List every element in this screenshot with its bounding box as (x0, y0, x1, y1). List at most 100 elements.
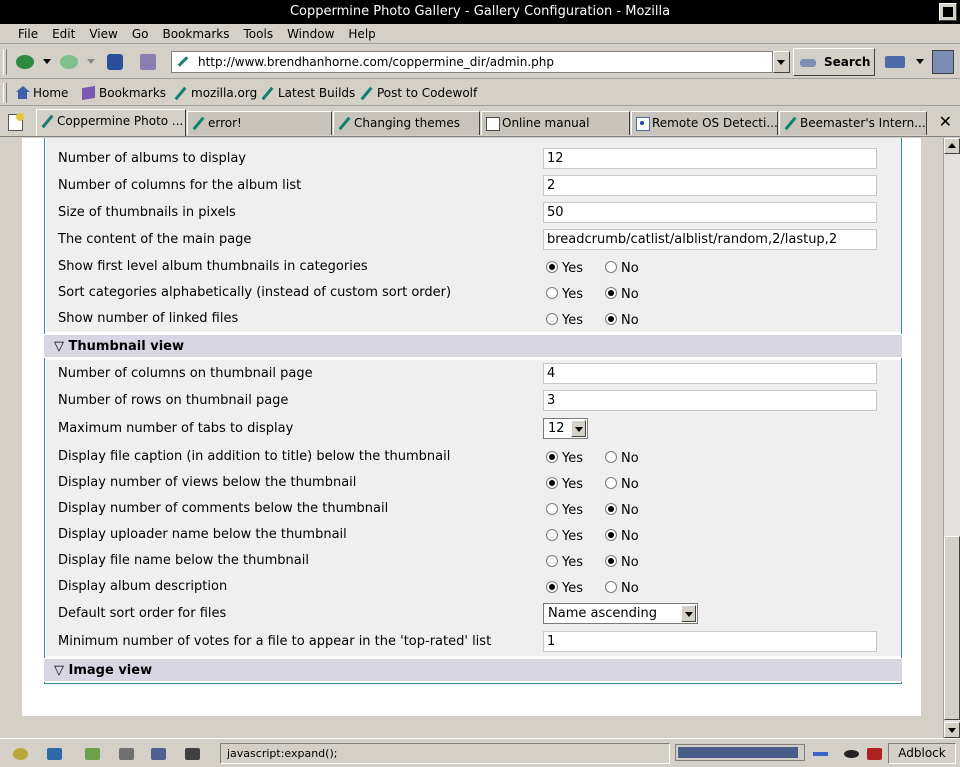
comments-yes-radio[interactable] (546, 503, 558, 515)
album-description-yes-radio[interactable] (546, 581, 558, 593)
search-button[interactable]: Search (793, 48, 875, 76)
url-text[interactable]: http://www.brendhanhorne.com/coppermine_… (198, 52, 554, 72)
pen-icon (783, 116, 798, 130)
setting-label: Sort categories alphabetically (instead … (58, 285, 452, 300)
views-yes-radio[interactable] (546, 477, 558, 489)
menu-file[interactable]: File (0, 24, 45, 44)
scrollbar-thumb[interactable] (944, 536, 960, 720)
url-history-dropdown[interactable] (773, 51, 790, 73)
views-no-radio[interactable] (605, 477, 617, 489)
main-page-content-input[interactable]: breadcrumb/catlist/alblist/random,2/last… (543, 229, 877, 250)
bookmark-post-to-codewolf[interactable]: Post to Codewolf (359, 80, 477, 106)
menu-window[interactable]: Window (280, 24, 341, 44)
bookmark-latest-builds[interactable]: Latest Builds (260, 80, 355, 106)
composer-icon[interactable] (84, 746, 102, 762)
comments-no-radio[interactable] (605, 503, 617, 515)
tab-remote-os-detection[interactable]: Remote OS Detecti... (631, 111, 778, 135)
tab-label: Online manual (502, 116, 590, 130)
adblock-button[interactable]: Adblock (888, 743, 956, 764)
stop-icon[interactable] (137, 51, 159, 73)
menu-edit[interactable]: Edit (45, 24, 82, 44)
sort-categories-yes-radio[interactable] (546, 287, 558, 299)
album-columns-input[interactable]: 2 (543, 175, 877, 196)
uploader-no-radio[interactable] (605, 529, 617, 541)
throbber-icon[interactable] (932, 50, 954, 74)
bookmark-home-label: Home (33, 86, 69, 100)
calendar-icon[interactable] (184, 746, 202, 762)
window-title: Coppermine Photo Gallery - Gallery Confi… (289, 4, 671, 19)
reload-icon[interactable] (104, 51, 126, 73)
thumb-columns-input[interactable]: 4 (543, 363, 877, 384)
tab-beemaster[interactable]: Beemaster's Intern... (779, 111, 927, 135)
bookmark-bookmarks[interactable]: Bookmarks (81, 80, 166, 106)
online-status-icon[interactable] (812, 746, 838, 762)
navigation-toolbar: http://www.brendhanhorne.com/coppermine_… (0, 45, 960, 79)
page-viewport: Number of albums to display 12 Number of… (0, 138, 943, 738)
first-level-thumbs-yes-radio[interactable] (546, 261, 558, 273)
back-dropdown-icon[interactable] (43, 59, 51, 64)
file-caption-no-radio[interactable] (605, 451, 617, 463)
security-lock-icon[interactable] (866, 746, 884, 762)
linked-files-yes-radio[interactable] (546, 313, 558, 325)
uploader-yes-radio[interactable] (546, 529, 558, 541)
address-book-icon[interactable] (118, 746, 136, 762)
chevron-down-icon[interactable] (681, 605, 696, 622)
setting-label: Display number of views below the thumbn… (58, 475, 357, 490)
menu-bookmarks[interactable]: Bookmarks (155, 24, 236, 44)
setting-row-min-votes: Minimum number of votes for a file to ap… (46, 631, 901, 653)
tab-changing-themes[interactable]: Changing themes (333, 111, 480, 135)
vertical-scrollbar[interactable] (943, 138, 960, 738)
scroll-up-icon[interactable] (944, 138, 960, 154)
max-tabs-select[interactable]: 12 (543, 418, 588, 439)
radio-label-no: No (621, 477, 639, 492)
menu-view[interactable]: View (82, 24, 124, 44)
url-bar[interactable]: http://www.brendhanhorne.com/coppermine_… (171, 51, 773, 73)
irc-chat-icon[interactable] (150, 746, 168, 762)
sort-categories-no-radio[interactable] (605, 287, 617, 299)
close-tab-icon[interactable]: ✕ (939, 114, 952, 130)
tab-label: error! (208, 116, 242, 130)
bookmark-mozilla[interactable]: mozilla.org (173, 80, 257, 106)
forward-dropdown-icon[interactable] (87, 59, 95, 64)
file-name-yes-radio[interactable] (546, 555, 558, 567)
print-icon[interactable] (883, 51, 905, 73)
toolbar-grip[interactable] (3, 49, 7, 75)
radio-label-no: No (621, 287, 639, 302)
back-icon[interactable] (14, 51, 36, 73)
navigator-icon[interactable] (12, 746, 30, 762)
chevron-down-icon[interactable] (571, 420, 586, 437)
linked-files-no-radio[interactable] (605, 313, 617, 325)
tab-online-manual[interactable]: Online manual (481, 111, 630, 135)
menu-go[interactable]: Go (125, 24, 156, 44)
tab-error[interactable]: error! (187, 111, 332, 135)
tab-coppermine[interactable]: Coppermine Photo ... (36, 109, 186, 136)
albums-to-display-input[interactable]: 12 (543, 148, 877, 169)
new-tab-icon[interactable] (6, 113, 24, 131)
manual-icon (485, 116, 500, 131)
min-votes-input[interactable]: 1 (543, 631, 877, 652)
forward-icon[interactable] (58, 51, 80, 73)
image-view-section-header[interactable]: ▽ Image view (44, 658, 902, 682)
thumbnail-size-input[interactable]: 50 (543, 202, 877, 223)
pen-icon (40, 114, 55, 128)
sort-order-select[interactable]: Name ascending (543, 603, 698, 624)
bookmark-home[interactable]: Home (15, 80, 68, 106)
file-caption-yes-radio[interactable] (546, 451, 558, 463)
print-dropdown-icon[interactable] (916, 59, 924, 64)
menu-help[interactable]: Help (341, 24, 382, 44)
bookmarks-icon (81, 86, 96, 100)
file-name-no-radio[interactable] (605, 555, 617, 567)
window-maximize-button[interactable] (939, 3, 957, 21)
privacy-icon[interactable] (843, 746, 861, 762)
setting-row-albums: Number of albums to display 12 (46, 148, 901, 170)
bookmark-pen-icon (260, 86, 275, 100)
album-description-no-radio[interactable] (605, 581, 617, 593)
radio-label-no: No (621, 555, 639, 570)
first-level-thumbs-no-radio[interactable] (605, 261, 617, 273)
mail-icon[interactable] (46, 746, 64, 762)
thumbnail-view-section-header[interactable]: ▽ Thumbnail view (44, 334, 902, 358)
toolbar-grip[interactable] (3, 83, 7, 103)
menu-tools[interactable]: Tools (237, 24, 281, 44)
scroll-down-icon[interactable] (944, 722, 960, 738)
thumb-rows-input[interactable]: 3 (543, 390, 877, 411)
